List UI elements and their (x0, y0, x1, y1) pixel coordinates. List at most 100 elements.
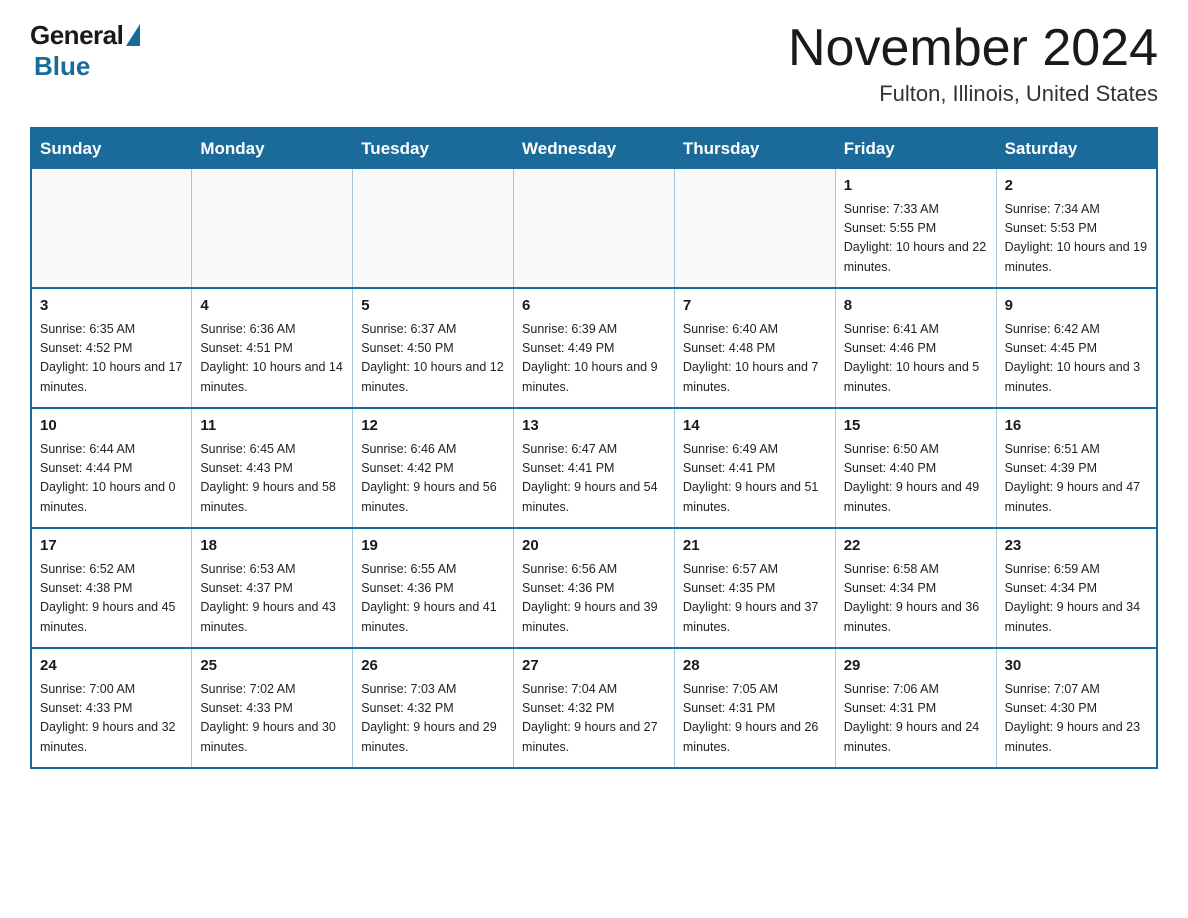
day-number: 28 (683, 655, 827, 678)
day-number: 1 (844, 175, 988, 198)
calendar-cell (674, 169, 835, 288)
day-info: Sunrise: 6:37 AM Sunset: 4:50 PM Dayligh… (361, 322, 503, 394)
day-number: 5 (361, 295, 505, 318)
day-number: 22 (844, 535, 988, 558)
day-info: Sunrise: 6:55 AM Sunset: 4:36 PM Dayligh… (361, 562, 497, 634)
calendar-cell: 12 Sunrise: 6:46 AM Sunset: 4:42 PM Dayli… (353, 408, 514, 528)
day-info: Sunrise: 7:06 AM Sunset: 4:31 PM Dayligh… (844, 682, 980, 754)
day-number: 8 (844, 295, 988, 318)
calendar-cell (192, 169, 353, 288)
calendar-cell: 17 Sunrise: 6:52 AM Sunset: 4:38 PM Dayli… (31, 528, 192, 648)
calendar-cell (31, 169, 192, 288)
calendar-cell: 23Sunrise: 6:59 AM Sunset: 4:34 PM Dayli… (996, 528, 1157, 648)
month-title: November 2024 (788, 20, 1158, 77)
calendar-cell: 22 Sunrise: 6:58 AM Sunset: 4:34 PM Dayli… (835, 528, 996, 648)
day-info: Sunrise: 6:42 AM Sunset: 4:45 PM Dayligh… (1005, 322, 1141, 394)
calendar-cell: 20 Sunrise: 6:56 AM Sunset: 4:36 PM Dayli… (514, 528, 675, 648)
day-info: Sunrise: 6:51 AM Sunset: 4:39 PM Dayligh… (1005, 442, 1141, 514)
page-header: General Blue November 2024 Fulton, Illin… (30, 20, 1158, 107)
day-number: 9 (1005, 295, 1148, 318)
weekday-header-row: SundayMondayTuesdayWednesdayThursdayFrid… (31, 128, 1157, 169)
logo-blue-text: Blue (34, 51, 90, 82)
weekday-header-friday: Friday (835, 128, 996, 169)
day-number: 21 (683, 535, 827, 558)
calendar-cell: 15 Sunrise: 6:50 AM Sunset: 4:40 PM Dayli… (835, 408, 996, 528)
day-info: Sunrise: 6:35 AM Sunset: 4:52 PM Dayligh… (40, 322, 182, 394)
day-number: 14 (683, 415, 827, 438)
day-info: Sunrise: 6:57 AM Sunset: 4:35 PM Dayligh… (683, 562, 819, 634)
day-info: Sunrise: 7:03 AM Sunset: 4:32 PM Dayligh… (361, 682, 497, 754)
day-number: 7 (683, 295, 827, 318)
calendar-cell (514, 169, 675, 288)
day-number: 29 (844, 655, 988, 678)
day-number: 15 (844, 415, 988, 438)
day-number: 24 (40, 655, 183, 678)
day-info: Sunrise: 6:46 AM Sunset: 4:42 PM Dayligh… (361, 442, 497, 514)
day-number: 30 (1005, 655, 1148, 678)
day-info: Sunrise: 7:04 AM Sunset: 4:32 PM Dayligh… (522, 682, 658, 754)
day-info: Sunrise: 6:40 AM Sunset: 4:48 PM Dayligh… (683, 322, 819, 394)
calendar-cell: 7 Sunrise: 6:40 AM Sunset: 4:48 PM Daylig… (674, 288, 835, 408)
day-number: 20 (522, 535, 666, 558)
day-number: 12 (361, 415, 505, 438)
logo-triangle-icon (126, 24, 140, 46)
calendar-cell: 29 Sunrise: 7:06 AM Sunset: 4:31 PM Dayli… (835, 648, 996, 768)
day-number: 6 (522, 295, 666, 318)
day-info: Sunrise: 6:45 AM Sunset: 4:43 PM Dayligh… (200, 442, 336, 514)
calendar-table: SundayMondayTuesdayWednesdayThursdayFrid… (30, 127, 1158, 769)
day-info: Sunrise: 6:52 AM Sunset: 4:38 PM Dayligh… (40, 562, 176, 634)
day-number: 13 (522, 415, 666, 438)
day-info: Sunrise: 6:56 AM Sunset: 4:36 PM Dayligh… (522, 562, 658, 634)
day-number: 23 (1005, 535, 1148, 558)
calendar-cell: 11Sunrise: 6:45 AM Sunset: 4:43 PM Dayli… (192, 408, 353, 528)
calendar-cell: 28 Sunrise: 7:05 AM Sunset: 4:31 PM Dayli… (674, 648, 835, 768)
calendar-cell: 4 Sunrise: 6:36 AM Sunset: 4:51 PM Daylig… (192, 288, 353, 408)
day-number: 18 (200, 535, 344, 558)
day-number: 4 (200, 295, 344, 318)
day-info: Sunrise: 7:34 AM Sunset: 5:53 PM Dayligh… (1005, 202, 1147, 274)
day-number: 16 (1005, 415, 1148, 438)
day-number: 10 (40, 415, 183, 438)
calendar-cell: 10 Sunrise: 6:44 AM Sunset: 4:44 PM Dayli… (31, 408, 192, 528)
day-info: Sunrise: 6:47 AM Sunset: 4:41 PM Dayligh… (522, 442, 658, 514)
weekday-header-thursday: Thursday (674, 128, 835, 169)
day-number: 17 (40, 535, 183, 558)
calendar-cell: 25 Sunrise: 7:02 AM Sunset: 4:33 PM Dayli… (192, 648, 353, 768)
day-number: 25 (200, 655, 344, 678)
day-info: Sunrise: 7:05 AM Sunset: 4:31 PM Dayligh… (683, 682, 819, 754)
calendar-cell: 21 Sunrise: 6:57 AM Sunset: 4:35 PM Dayli… (674, 528, 835, 648)
weekday-header-tuesday: Tuesday (353, 128, 514, 169)
calendar-cell: 26 Sunrise: 7:03 AM Sunset: 4:32 PM Dayli… (353, 648, 514, 768)
calendar-cell: 1 Sunrise: 7:33 AM Sunset: 5:55 PM Daylig… (835, 169, 996, 288)
title-area: November 2024 Fulton, Illinois, United S… (788, 20, 1158, 107)
day-info: Sunrise: 6:36 AM Sunset: 4:51 PM Dayligh… (200, 322, 342, 394)
weekday-header-saturday: Saturday (996, 128, 1157, 169)
calendar-cell: 5 Sunrise: 6:37 AM Sunset: 4:50 PM Daylig… (353, 288, 514, 408)
weekday-header-wednesday: Wednesday (514, 128, 675, 169)
day-info: Sunrise: 6:44 AM Sunset: 4:44 PM Dayligh… (40, 442, 176, 514)
day-info: Sunrise: 6:58 AM Sunset: 4:34 PM Dayligh… (844, 562, 980, 634)
calendar-cell: 14 Sunrise: 6:49 AM Sunset: 4:41 PM Dayli… (674, 408, 835, 528)
logo: General Blue (30, 20, 140, 82)
day-number: 19 (361, 535, 505, 558)
day-info: Sunrise: 7:33 AM Sunset: 5:55 PM Dayligh… (844, 202, 986, 274)
calendar-cell: 6Sunrise: 6:39 AM Sunset: 4:49 PM Daylig… (514, 288, 675, 408)
day-info: Sunrise: 6:41 AM Sunset: 4:46 PM Dayligh… (844, 322, 980, 394)
calendar-cell: 18 Sunrise: 6:53 AM Sunset: 4:37 PM Dayli… (192, 528, 353, 648)
calendar-week-row: 24Sunrise: 7:00 AM Sunset: 4:33 PM Dayli… (31, 648, 1157, 768)
calendar-cell: 2 Sunrise: 7:34 AM Sunset: 5:53 PM Daylig… (996, 169, 1157, 288)
calendar-cell: 8 Sunrise: 6:41 AM Sunset: 4:46 PM Daylig… (835, 288, 996, 408)
day-number: 26 (361, 655, 505, 678)
calendar-week-row: 10 Sunrise: 6:44 AM Sunset: 4:44 PM Dayli… (31, 408, 1157, 528)
day-info: Sunrise: 7:02 AM Sunset: 4:33 PM Dayligh… (200, 682, 336, 754)
calendar-week-row: 17 Sunrise: 6:52 AM Sunset: 4:38 PM Dayli… (31, 528, 1157, 648)
day-info: Sunrise: 6:50 AM Sunset: 4:40 PM Dayligh… (844, 442, 980, 514)
calendar-week-row: 3 Sunrise: 6:35 AM Sunset: 4:52 PM Daylig… (31, 288, 1157, 408)
day-number: 2 (1005, 175, 1148, 198)
day-number: 3 (40, 295, 183, 318)
weekday-header-monday: Monday (192, 128, 353, 169)
calendar-cell: 16 Sunrise: 6:51 AM Sunset: 4:39 PM Dayli… (996, 408, 1157, 528)
calendar-cell: 3 Sunrise: 6:35 AM Sunset: 4:52 PM Daylig… (31, 288, 192, 408)
day-info: Sunrise: 6:49 AM Sunset: 4:41 PM Dayligh… (683, 442, 819, 514)
day-info: Sunrise: 6:53 AM Sunset: 4:37 PM Dayligh… (200, 562, 336, 634)
